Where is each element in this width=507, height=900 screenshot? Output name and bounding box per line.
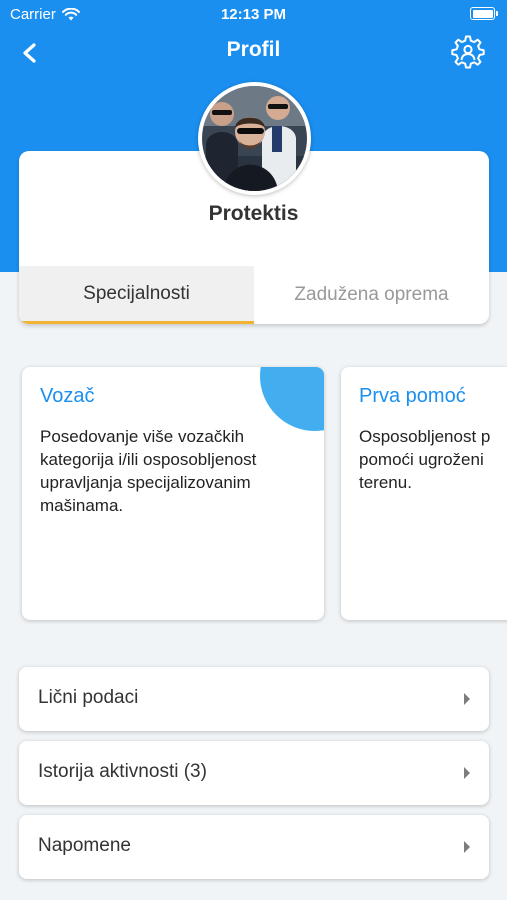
tab-specijalnosti[interactable]: Specijalnosti: [19, 266, 254, 324]
menu-item-istorija-aktivnosti[interactable]: Istorija aktivnosti (3): [19, 741, 489, 805]
specialty-badge: [260, 367, 324, 431]
specialty-card[interactable]: Vozač Posedovanje više vozačkih kategori…: [22, 367, 324, 620]
page-title: Profil: [226, 38, 281, 61]
status-bar: Carrier 12:13 PM: [0, 0, 507, 28]
specialty-title: Prva pomoć: [359, 385, 466, 407]
menu-item-napomene[interactable]: Napomene: [19, 815, 489, 879]
battery-icon: [470, 7, 498, 20]
specialty-title: Vozač: [40, 385, 95, 407]
menu-item-label: Istorija aktivnosti (3): [38, 761, 207, 782]
specialty-card[interactable]: Prva pomoć Osposobljenost p pomoći ugrož…: [341, 367, 507, 620]
settings-icon[interactable]: [451, 35, 485, 69]
menu-item-licni-podaci[interactable]: Lični podaci: [19, 667, 489, 731]
chevron-right-icon: [464, 693, 470, 705]
profile-name: Protektis: [208, 202, 299, 225]
chevron-right-icon: [464, 767, 470, 779]
specialty-description: Posedovanje više vozačkih kategorija i/i…: [40, 427, 257, 515]
avatar[interactable]: [198, 82, 311, 195]
tab-bar: Specijalnosti Zadužena oprema: [19, 266, 489, 324]
menu-item-label: Napomene: [38, 835, 131, 856]
tab-zaduzena-oprema[interactable]: Zadužena oprema: [254, 266, 489, 324]
status-time: 12:13 PM: [220, 6, 287, 23]
chevron-right-icon: [464, 841, 470, 853]
avatar-photo: [202, 86, 307, 191]
menu-item-label: Lični podaci: [38, 687, 139, 708]
specialty-description: Osposobljenost p pomoći ugroženi terenu.: [359, 427, 491, 492]
